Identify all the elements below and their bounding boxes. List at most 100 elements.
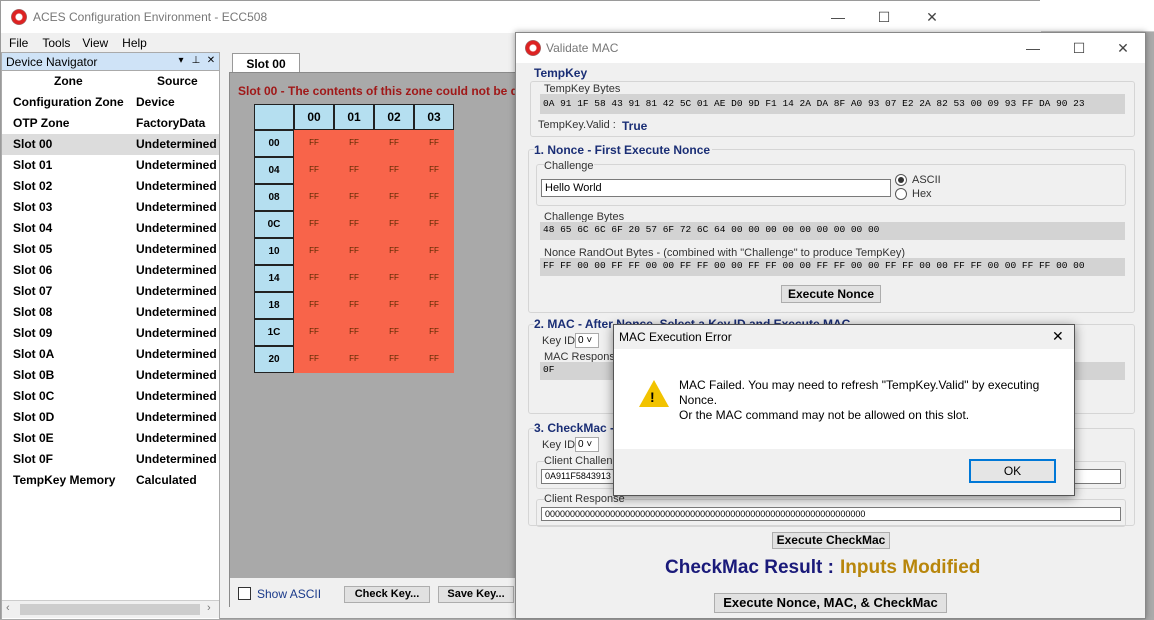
grid-cell[interactable]: FF — [414, 265, 454, 292]
ok-button[interactable]: OK — [969, 459, 1056, 483]
navigator-row-source: Undetermined — [136, 410, 217, 424]
grid-cell[interactable]: FF — [334, 130, 374, 157]
show-ascii-checkbox[interactable] — [238, 587, 251, 600]
maximize-button[interactable]: ☐ — [1056, 33, 1102, 63]
navigator-row[interactable]: Slot 01 Undetermined — [2, 155, 219, 176]
checkmac-keyid-select[interactable]: 0 ˅ — [575, 437, 599, 452]
grid-cell[interactable]: FF — [334, 238, 374, 265]
grid-cell[interactable]: FF — [334, 184, 374, 211]
grid-cell[interactable]: FF — [374, 319, 414, 346]
grid-cell[interactable]: FF — [294, 292, 334, 319]
navigator-row[interactable]: Slot 07 Undetermined — [2, 281, 219, 302]
mac-keyid-select[interactable]: 0 ˅ — [575, 333, 599, 348]
grid-cell[interactable]: FF — [294, 157, 334, 184]
navigator-row-source: FactoryData — [136, 116, 206, 130]
check-key-button[interactable]: Check Key... — [344, 586, 430, 603]
navigator-row[interactable]: Slot 04 Undetermined — [2, 218, 219, 239]
navigator-row[interactable]: Slot 03 Undetermined — [2, 197, 219, 218]
column-source[interactable]: Source — [157, 74, 198, 88]
grid-cell[interactable]: FF — [294, 265, 334, 292]
grid-cell[interactable]: FF — [414, 211, 454, 238]
navigator-row[interactable]: Slot 05 Undetermined — [2, 239, 219, 260]
navigator-row-source: Calculated — [136, 473, 197, 487]
grid-cell[interactable]: FF — [414, 184, 454, 211]
navigator-row-source: Undetermined — [136, 158, 217, 172]
grid-cell[interactable]: FF — [374, 211, 414, 238]
minimize-button[interactable]: — — [815, 2, 861, 32]
navigator-row[interactable]: Slot 0B Undetermined — [2, 365, 219, 386]
navigator-row[interactable]: Slot 0A Undetermined — [2, 344, 219, 365]
menu-help[interactable]: Help — [114, 34, 153, 52]
navigator-row[interactable]: Slot 0E Undetermined — [2, 428, 219, 449]
navigator-row[interactable]: Slot 0C Undetermined — [2, 386, 219, 407]
ascii-label[interactable]: ASCII — [912, 174, 941, 186]
grid-column-header: 02 — [374, 104, 414, 130]
close-button[interactable]: ✕ — [909, 2, 955, 32]
navigator-row[interactable]: Slot 08 Undetermined — [2, 302, 219, 323]
maximize-button[interactable]: ☐ — [861, 2, 907, 32]
pin-icon[interactable]: ⊥ — [189, 54, 203, 68]
grid-cell[interactable]: FF — [334, 265, 374, 292]
navigator-row[interactable]: Configuration Zone Device — [2, 92, 219, 113]
menu-view[interactable]: View — [76, 34, 114, 52]
navigator-row[interactable]: Slot 09 Undetermined — [2, 323, 219, 344]
scroll-thumb[interactable] — [20, 604, 200, 615]
challenge-input[interactable]: Hello World — [541, 179, 891, 197]
grid-cell[interactable]: FF — [374, 130, 414, 157]
navigator-row[interactable]: TempKey Memory Calculated — [2, 470, 219, 491]
execute-checkmac-button[interactable]: Execute CheckMac — [772, 532, 890, 549]
grid-cell[interactable]: FF — [294, 130, 334, 157]
column-zone[interactable]: Zone — [54, 74, 83, 88]
grid-cell[interactable]: FF — [294, 211, 334, 238]
grid-cell[interactable]: FF — [374, 346, 414, 373]
hex-radio[interactable] — [895, 188, 907, 200]
grid-cell[interactable]: FF — [374, 265, 414, 292]
client-response-input[interactable]: 0000000000000000000000000000000000000000… — [541, 507, 1121, 521]
grid-cell[interactable]: FF — [294, 238, 334, 265]
tab-slot-00[interactable]: Slot 00 — [232, 53, 300, 73]
navigator-row[interactable]: Slot 00 Undetermined — [2, 134, 219, 155]
grid-cell[interactable]: FF — [294, 346, 334, 373]
scroll-right-icon[interactable]: › — [207, 602, 211, 614]
horizontal-scrollbar[interactable]: ‹ › — [2, 600, 219, 618]
save-key-button[interactable]: Save Key... — [438, 586, 514, 603]
grid-cell[interactable]: FF — [414, 157, 454, 184]
navigator-row[interactable]: OTP Zone FactoryData — [2, 113, 219, 134]
grid-cell[interactable]: FF — [374, 292, 414, 319]
navigator-row-zone: Slot 00 — [13, 137, 53, 151]
navigator-columns: Zone Source — [2, 72, 219, 92]
dropdown-icon[interactable]: ▾ — [174, 54, 188, 68]
grid-cell[interactable]: FF — [294, 319, 334, 346]
grid-cell[interactable]: FF — [334, 292, 374, 319]
grid-cell[interactable]: FF — [294, 184, 334, 211]
dialog-close-icon[interactable]: ✕ — [1052, 328, 1064, 345]
hex-label[interactable]: Hex — [912, 188, 932, 200]
grid-cell[interactable]: FF — [414, 346, 454, 373]
show-ascii-label[interactable]: Show ASCII — [257, 587, 321, 601]
grid-cell[interactable]: FF — [374, 157, 414, 184]
grid-cell[interactable]: FF — [334, 346, 374, 373]
grid-cell[interactable]: FF — [414, 130, 454, 157]
close-icon[interactable]: ✕ — [204, 54, 218, 68]
execute-nonce-button[interactable]: Execute Nonce — [781, 285, 881, 303]
navigator-row[interactable]: Slot 0F Undetermined — [2, 449, 219, 470]
minimize-button[interactable]: — — [1010, 33, 1056, 63]
grid-cell[interactable]: FF — [334, 319, 374, 346]
navigator-row[interactable]: Slot 02 Undetermined — [2, 176, 219, 197]
menu-tools[interactable]: Tools — [34, 34, 76, 52]
grid-cell[interactable]: FF — [414, 319, 454, 346]
navigator-row[interactable]: Slot 06 Undetermined — [2, 260, 219, 281]
grid-cell[interactable]: FF — [334, 211, 374, 238]
menu-file[interactable]: File — [1, 34, 34, 52]
execute-all-button[interactable]: Execute Nonce, MAC, & CheckMac — [714, 593, 947, 613]
scroll-left-icon[interactable]: ‹ — [6, 602, 10, 614]
grid-cell[interactable]: FF — [374, 184, 414, 211]
grid-cell[interactable]: FF — [414, 292, 454, 319]
navigator-row[interactable]: Slot 0D Undetermined — [2, 407, 219, 428]
grid-cell[interactable]: FF — [414, 238, 454, 265]
grid-cell[interactable]: FF — [334, 157, 374, 184]
ascii-radio[interactable] — [895, 174, 907, 186]
grid-cell[interactable]: FF — [374, 238, 414, 265]
close-button[interactable]: ✕ — [1100, 33, 1146, 63]
navigator-row-zone: Slot 04 — [13, 221, 53, 235]
